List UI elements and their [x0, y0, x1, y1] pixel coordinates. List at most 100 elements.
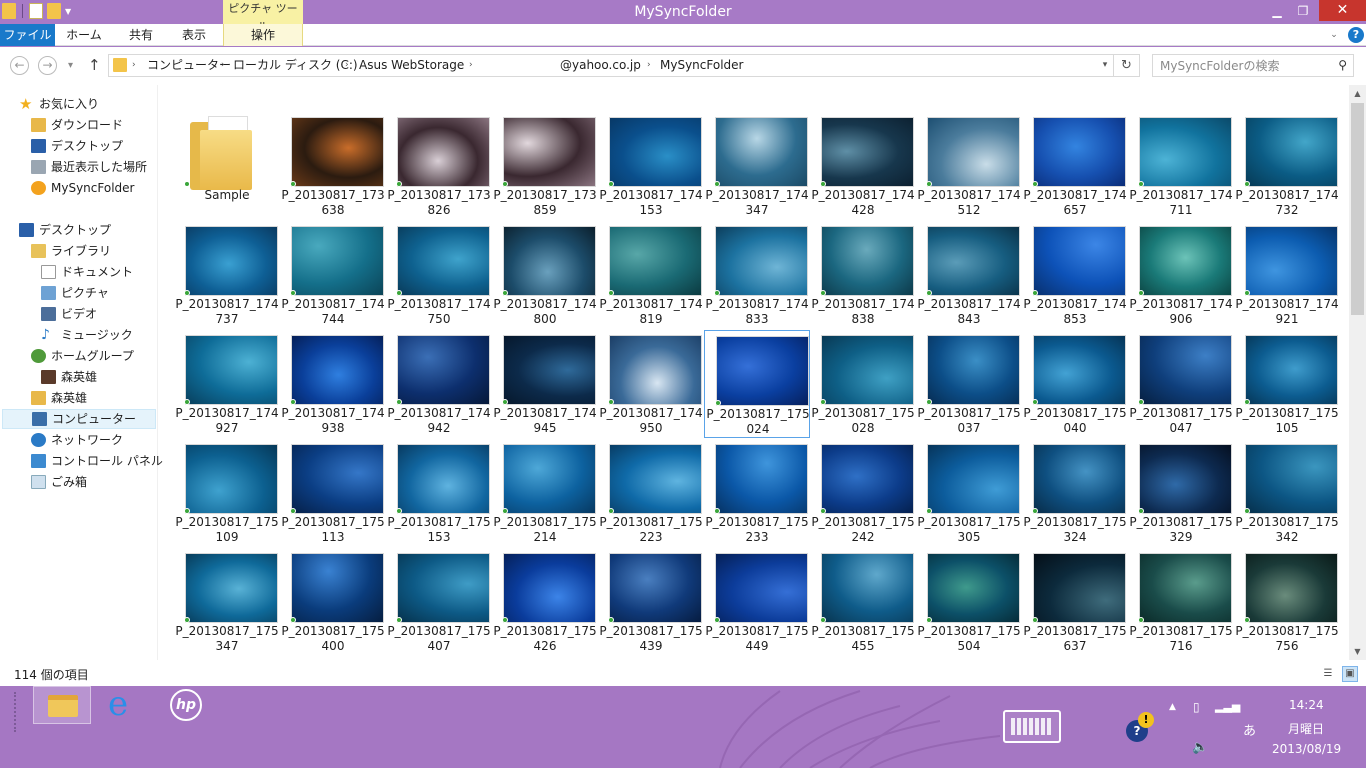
- file-item[interactable]: P_20130817_173826: [386, 112, 492, 220]
- file-item[interactable]: P_20130817_175109: [174, 439, 280, 547]
- file-item[interactable]: P_20130817_175504: [916, 548, 1022, 656]
- up-icon[interactable]: ↑: [88, 56, 101, 75]
- address-dropdown-icon[interactable]: ▾: [1097, 55, 1113, 76]
- scroll-up-icon[interactable]: ▲: [1349, 85, 1366, 102]
- file-item[interactable]: P_20130817_173638: [280, 112, 386, 220]
- breadcrumb-separator-icon[interactable]: ›: [221, 55, 225, 76]
- search-box[interactable]: ⚲: [1152, 54, 1354, 77]
- nav-control-panel[interactable]: コントロール パネル: [31, 451, 163, 471]
- volume-icon[interactable]: 🔈: [1192, 740, 1208, 755]
- file-item[interactable]: P_20130817_174737: [174, 221, 280, 329]
- folder-item[interactable]: Sample: [174, 112, 280, 220]
- file-item[interactable]: P_20130817_175024: [704, 330, 810, 438]
- nav-recycle-bin[interactable]: ごみ箱: [31, 472, 87, 492]
- file-item[interactable]: P_20130817_174744: [280, 221, 386, 329]
- scrollbar-thumb[interactable]: [1351, 103, 1364, 315]
- clock-date[interactable]: 2013/08/19: [1272, 742, 1341, 756]
- folder-icon[interactable]: [2, 3, 16, 19]
- file-item[interactable]: P_20130817_174938: [280, 330, 386, 438]
- file-item[interactable]: P_20130817_175449: [704, 548, 810, 656]
- nav-network[interactable]: ネットワーク: [31, 430, 123, 450]
- nav-library[interactable]: ライブラリ: [31, 241, 111, 261]
- tab-view[interactable]: 表示: [170, 24, 218, 46]
- tab-share[interactable]: 共有: [116, 24, 166, 46]
- file-item[interactable]: P_20130817_174853: [1022, 221, 1128, 329]
- file-item[interactable]: P_20130817_174950: [598, 330, 704, 438]
- chevron-down-icon[interactable]: ⌄: [1326, 27, 1342, 43]
- file-item[interactable]: P_20130817_175347: [174, 548, 280, 656]
- internet-explorer-icon[interactable]: e: [96, 686, 154, 724]
- close-icon[interactable]: ✕: [1319, 0, 1366, 21]
- file-item[interactable]: P_20130817_175223: [598, 439, 704, 547]
- file-item[interactable]: P_20130817_175324: [1022, 439, 1128, 547]
- breadcrumb-asus-webstorage[interactable]: Asus WebStorage: [359, 55, 464, 76]
- clock-time[interactable]: 14:24: [1289, 698, 1324, 712]
- file-item[interactable]: P_20130817_174942: [386, 330, 492, 438]
- touch-keyboard-icon[interactable]: [1003, 710, 1061, 743]
- vertical-scrollbar[interactable]: ▲ ▼: [1349, 85, 1366, 660]
- file-item[interactable]: P_20130817_174906: [1128, 221, 1234, 329]
- file-item[interactable]: P_20130817_175400: [280, 548, 386, 656]
- recent-locations-icon[interactable]: ▾: [68, 56, 73, 75]
- show-hidden-icons-icon[interactable]: ▲: [1169, 702, 1176, 712]
- nav-pictures[interactable]: ピクチャ: [41, 283, 109, 303]
- file-item[interactable]: P_20130817_174927: [174, 330, 280, 438]
- nav-videos[interactable]: ビデオ: [41, 304, 97, 324]
- new-folder-icon[interactable]: [47, 3, 61, 19]
- file-item[interactable]: P_20130817_174945: [492, 330, 598, 438]
- file-item[interactable]: P_20130817_175637: [1022, 548, 1128, 656]
- file-item[interactable]: P_20130817_175439: [598, 548, 704, 656]
- scroll-down-icon[interactable]: ▼: [1349, 643, 1366, 660]
- file-item[interactable]: P_20130817_174833: [704, 221, 810, 329]
- file-item[interactable]: P_20130817_175342: [1234, 439, 1340, 547]
- breadcrumb-mysyncfolder[interactable]: MySyncFolder: [660, 55, 743, 76]
- file-item[interactable]: P_20130817_175407: [386, 548, 492, 656]
- forward-icon[interactable]: →: [38, 56, 57, 75]
- network-signal-icon[interactable]: ▂▃▅: [1215, 700, 1240, 713]
- nav-documents[interactable]: ドキュメント: [41, 262, 133, 282]
- file-item[interactable]: P_20130817_175242: [810, 439, 916, 547]
- refresh-icon[interactable]: ↻: [1114, 54, 1140, 77]
- breadcrumb-separator-icon[interactable]: ›: [345, 55, 349, 76]
- breadcrumb-separator-icon[interactable]: ›: [469, 55, 473, 76]
- file-item[interactable]: P_20130817_174657: [1022, 112, 1128, 220]
- nav-computer[interactable]: コンピューター: [2, 409, 156, 429]
- nav-downloads[interactable]: ダウンロード: [31, 115, 123, 135]
- file-item[interactable]: P_20130817_175037: [916, 330, 1022, 438]
- file-item[interactable]: P_20130817_174921: [1234, 221, 1340, 329]
- file-item[interactable]: P_20130817_174347: [704, 112, 810, 220]
- tab-manage[interactable]: 操作: [223, 24, 303, 46]
- file-item[interactable]: P_20130817_175040: [1022, 330, 1128, 438]
- file-item[interactable]: P_20130817_175716: [1128, 548, 1234, 656]
- file-item[interactable]: P_20130817_175756: [1234, 548, 1340, 656]
- breadcrumb-separator-icon[interactable]: ›: [647, 55, 651, 76]
- help-icon[interactable]: ?: [1348, 27, 1364, 43]
- file-item[interactable]: P_20130817_174428: [810, 112, 916, 220]
- nav-homegroup-user[interactable]: 森英雄: [41, 367, 97, 387]
- explorer-taskbar-icon[interactable]: [33, 686, 91, 724]
- file-item[interactable]: P_20130817_174843: [916, 221, 1022, 329]
- file-item[interactable]: P_20130817_175113: [280, 439, 386, 547]
- nav-favorites[interactable]: ★ お気に入り: [19, 94, 99, 114]
- file-item[interactable]: P_20130817_174800: [492, 221, 598, 329]
- nav-desktop[interactable]: デスクトップ: [19, 220, 111, 240]
- file-item[interactable]: P_20130817_175329: [1128, 439, 1234, 547]
- details-view-icon[interactable]: ☰: [1320, 666, 1336, 682]
- file-item[interactable]: P_20130817_175233: [704, 439, 810, 547]
- file-item[interactable]: P_20130817_174153: [598, 112, 704, 220]
- nav-recent-places[interactable]: 最近表示した場所: [31, 157, 147, 177]
- file-item[interactable]: P_20130817_175214: [492, 439, 598, 547]
- file-item[interactable]: P_20130817_173859: [492, 112, 598, 220]
- back-icon[interactable]: ←: [10, 56, 29, 75]
- file-item[interactable]: P_20130817_175426: [492, 548, 598, 656]
- search-input[interactable]: [1153, 55, 1325, 76]
- properties-icon[interactable]: [29, 3, 43, 19]
- large-icons-view-icon[interactable]: ▣: [1342, 666, 1358, 682]
- nav-homegroup[interactable]: ホームグループ: [31, 346, 134, 366]
- clock-weekday[interactable]: 月曜日: [1288, 720, 1324, 737]
- file-item[interactable]: P_20130817_175305: [916, 439, 1022, 547]
- address-bar[interactable]: › コンピューター › ローカル ディスク (C:) › Asus WebSto…: [108, 54, 1114, 77]
- file-item[interactable]: P_20130817_175105: [1234, 330, 1340, 438]
- nav-user[interactable]: 森英雄: [31, 388, 87, 408]
- tab-file[interactable]: ファイル: [0, 24, 55, 46]
